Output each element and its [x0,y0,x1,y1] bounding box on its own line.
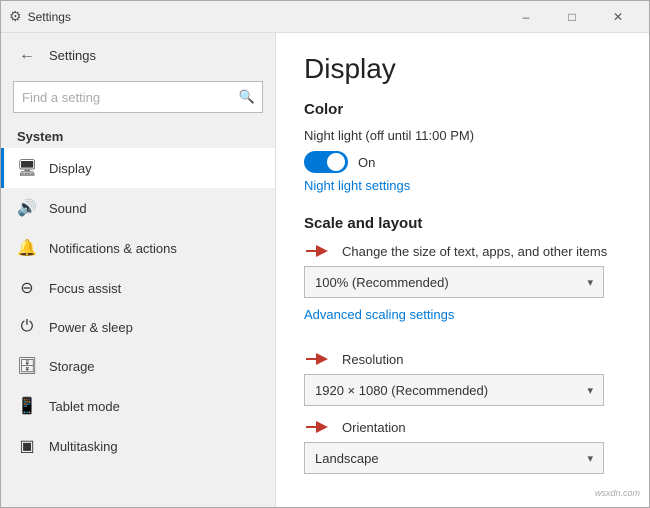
resolution-dropdown-value: 1920 × 1080 (Recommended) [315,383,488,398]
notifications-icon: 🔔 [17,238,37,258]
page-title: Display [304,53,621,85]
sidebar-item-label-tablet: Tablet mode [49,399,120,414]
sidebar-item-display[interactable]: 🖥 Display [1,148,275,188]
sidebar-item-storage[interactable]: 🗄 Storage [1,346,275,386]
display-icon: 🖥 [17,158,37,178]
toggle-knob [327,153,345,171]
multitasking-icon: ▣ [17,436,37,456]
size-dropdown-chevron: ▾ [587,276,593,289]
close-button[interactable]: ✕ [595,1,641,33]
back-button[interactable]: ← [13,41,41,69]
title-bar-title: Settings [28,10,503,24]
sidebar-item-focus[interactable]: ⊖ Focus assist [1,268,275,308]
focus-icon: ⊖ [17,278,37,298]
sidebar-item-notifications[interactable]: 🔔 Notifications & actions [1,228,275,268]
night-light-toggle[interactable] [304,151,348,173]
resolution-label: Resolution [342,352,403,367]
search-icon: 🔍 [239,89,255,105]
orientation-label: Orientation [342,420,406,435]
scale-section: Change the size of text, apps, and other… [304,242,621,338]
night-light-description: Night light (off until 11:00 PM) [304,128,621,143]
sidebar-item-label-notifications: Notifications & actions [49,241,177,256]
resolution-section: Resolution 1920 × 1080 (Recommended) ▾ [304,350,621,406]
sidebar-item-sound[interactable]: 🔊 Sound [1,188,275,228]
size-label-row: Change the size of text, apps, and other… [304,242,621,260]
color-section-title: Color [304,101,621,118]
size-dropdown-value: 100% (Recommended) [315,275,449,290]
sidebar-item-label-power: Power & sleep [49,320,133,335]
orientation-dropdown[interactable]: Landscape ▾ [304,442,604,474]
tablet-icon: 📱 [17,396,37,416]
resolution-arrow-icon [304,350,332,368]
sidebar-item-power[interactable]: ⏻ Power & sleep [1,308,275,346]
window-controls: – □ ✕ [503,1,641,33]
night-light-settings-link[interactable]: Night light settings [304,178,410,193]
resolution-dropdown[interactable]: 1920 × 1080 (Recommended) ▾ [304,374,604,406]
storage-icon: 🗄 [17,356,37,376]
sidebar-item-label-storage: Storage [49,359,95,374]
sidebar-item-multitasking[interactable]: ▣ Multitasking [1,426,275,466]
sidebar-app-title: Settings [49,48,96,63]
orientation-dropdown-value: Landscape [315,451,379,466]
sidebar-section-label: System [1,123,275,148]
orientation-section: Orientation Landscape ▾ [304,418,621,474]
orientation-label-row: Orientation [304,418,621,436]
orientation-arrow-icon [304,418,332,436]
search-box[interactable]: 🔍 [13,81,263,113]
sound-icon: 🔊 [17,198,37,218]
sidebar: ← Settings 🔍 System 🖥 Display 🔊 Sound 🔔 … [1,33,276,507]
resolution-label-row: Resolution [304,350,621,368]
resolution-dropdown-chevron: ▾ [587,384,593,397]
sidebar-item-label-sound: Sound [49,201,87,216]
scale-section-title: Scale and layout [304,215,621,232]
orientation-dropdown-chevron: ▾ [587,452,593,465]
search-input[interactable] [13,81,263,113]
sidebar-item-label-display: Display [49,161,92,176]
settings-icon: ⚙ [9,8,22,25]
title-bar: ⚙ Settings – □ ✕ [1,1,649,33]
sidebar-item-label-multitasking: Multitasking [49,439,118,454]
night-light-toggle-row: On [304,151,621,173]
size-arrow-icon [304,242,332,260]
size-dropdown[interactable]: 100% (Recommended) ▾ [304,266,604,298]
watermark: wsxdn.com [595,488,640,498]
sidebar-nav-top: ← Settings [1,33,275,77]
maximize-button[interactable]: □ [549,1,595,33]
advanced-scaling-link[interactable]: Advanced scaling settings [304,307,454,322]
sidebar-item-label-focus: Focus assist [49,281,121,296]
size-label: Change the size of text, apps, and other… [342,244,607,259]
power-icon: ⏻ [17,318,37,336]
sidebar-item-tablet[interactable]: 📱 Tablet mode [1,386,275,426]
right-panel: Display Color Night light (off until 11:… [276,33,649,507]
toggle-label: On [358,155,375,170]
minimize-button[interactable]: – [503,1,549,33]
